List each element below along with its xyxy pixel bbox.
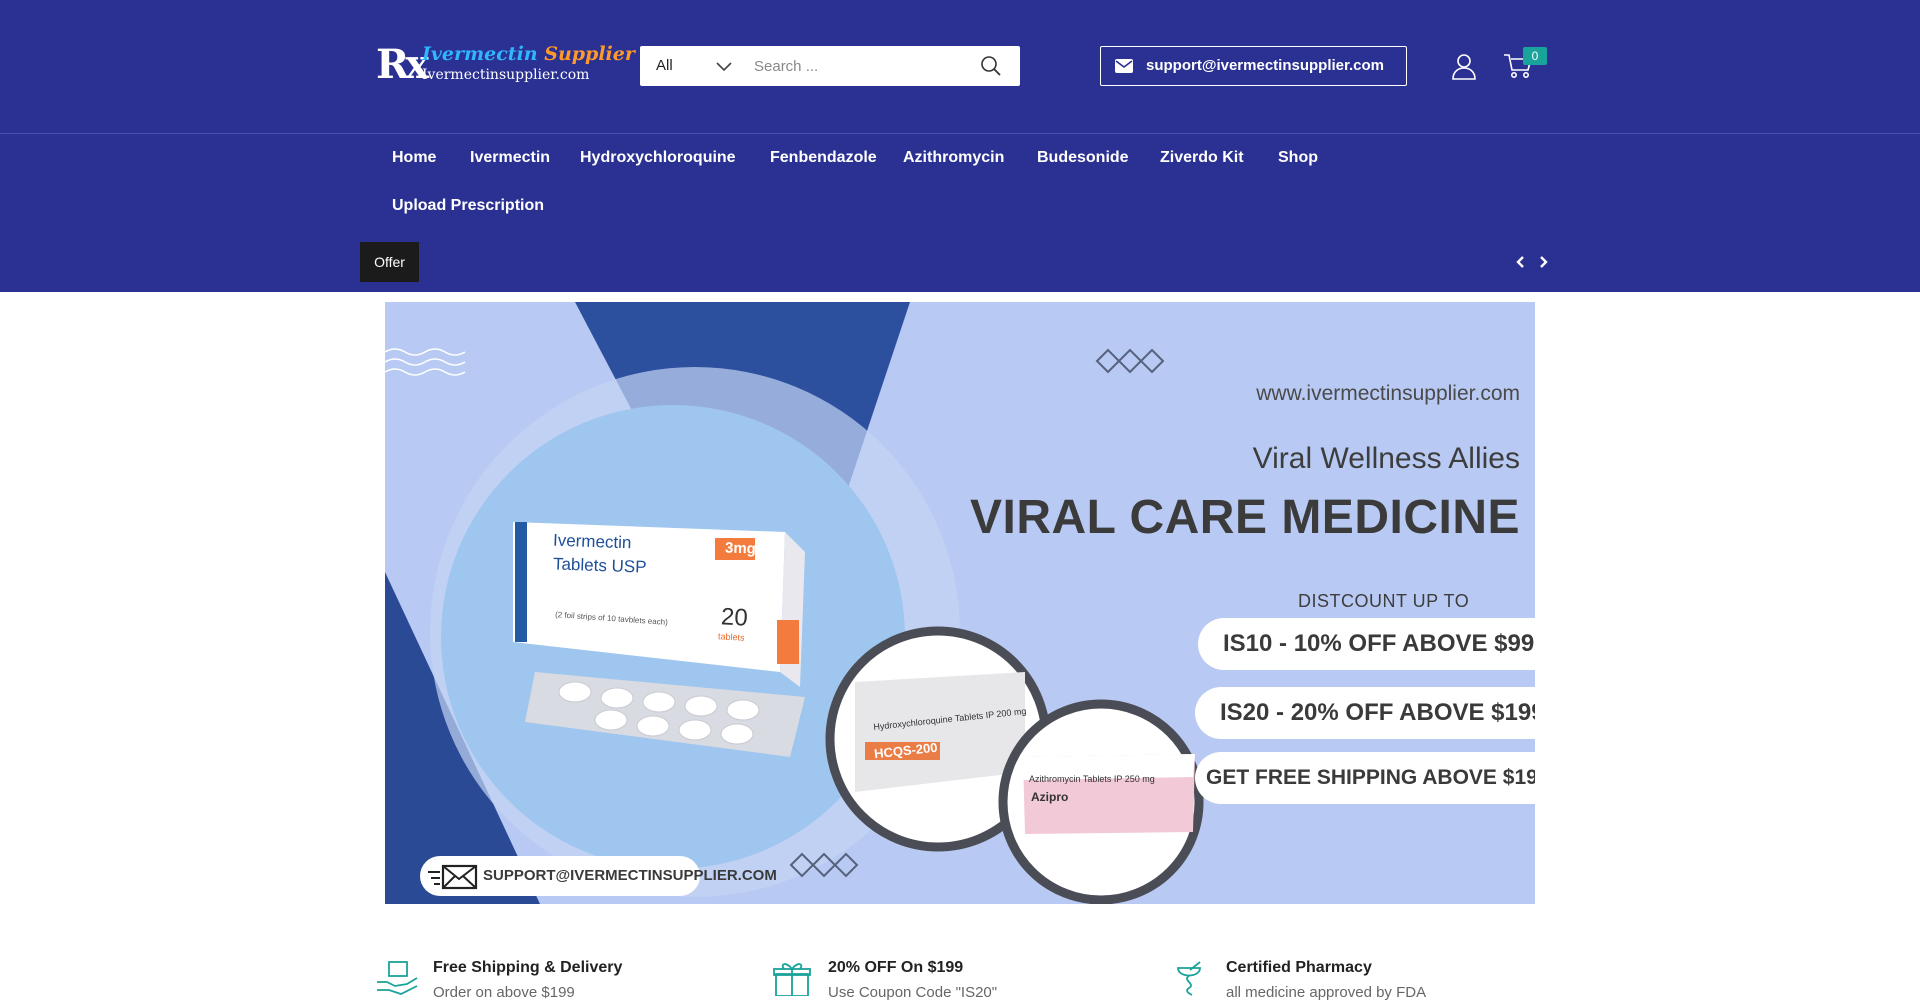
ivermectin-box-name: Ivermectin: [552, 530, 632, 553]
nav-item-ziverdo-kit[interactable]: Ziverdo Kit: [1144, 134, 1260, 182]
azithro-box-brand: Azipro: [1031, 790, 1069, 804]
azithro-box-name: Azithromycin Tablets IP 250 mg: [1029, 774, 1155, 784]
nav-item-budesonide[interactable]: Budesonide: [1021, 134, 1145, 182]
banner-support-email: SUPPORT@IVERMECTINSUPPLIER.COM: [420, 856, 777, 896]
mail-icon: [1115, 59, 1133, 73]
pharmacy-icon: [1177, 961, 1201, 996]
offer-pill-free-shipping: GET FREE SHIPPING ABOVE $199: [1195, 752, 1535, 804]
banner-headline: VIRAL CARE MEDICINE: [970, 491, 1520, 544]
nav-item-azithromycin[interactable]: Azithromycin: [887, 134, 1020, 182]
nav-item-fenbendazole[interactable]: Fenbendazole: [754, 134, 893, 182]
banner-tagline: Viral Wellness Allies: [1252, 442, 1520, 475]
header-topbar: Rx Ivermectin Supplier Ivermectinsupplie…: [0, 0, 1920, 134]
logo-subtitle: Ivermectinsupplier.com: [422, 67, 590, 83]
search-bar: All: [640, 46, 1020, 86]
gift-icon: [773, 963, 811, 996]
site-header: Rx Ivermectin Supplier Ivermectinsupplie…: [0, 0, 1920, 292]
chevron-right-icon[interactable]: [1537, 252, 1551, 272]
feature-discount-title: 20% OFF On $199: [828, 959, 964, 976]
offer-pill-is10-text: IS10 - 10% OFF ABOVE $99: [1223, 630, 1535, 657]
banner-url: www.ivermectinsupplier.com: [1256, 382, 1520, 405]
nav-item-home[interactable]: Home: [376, 134, 452, 182]
ivermectin-box-sub: Tablets USP: [552, 554, 647, 577]
nav-item-ivermectin[interactable]: Ivermectin: [454, 134, 566, 182]
search-input[interactable]: [754, 46, 974, 86]
features-strip: Free Shipping & Delivery Order on above …: [0, 950, 1920, 1001]
search-category-select[interactable]: All: [656, 46, 673, 86]
hero-banner[interactable]: Ivermectin Tablets USP 3mg 20 tablets (2…: [385, 302, 1535, 904]
cart-count-badge: 0: [1523, 47, 1547, 65]
feature-certified-pharmacy-title: Certified Pharmacy: [1226, 959, 1372, 976]
banner-discount-intro: DISTCOUNT UP TO: [1298, 591, 1470, 611]
chevron-left-icon[interactable]: [1513, 252, 1527, 272]
nav-item-shop[interactable]: Shop: [1262, 134, 1334, 182]
search-icon[interactable]: [980, 55, 1002, 77]
nav-item-hydroxychloroquine[interactable]: Hydroxychloroquine: [564, 134, 752, 182]
logo-brand-part2: Supplier: [544, 43, 635, 65]
delivery-hand-icon: [377, 961, 418, 995]
offer-pill-is10: IS10 - 10% OFF ABOVE $99: [1198, 618, 1535, 670]
ivermectin-box-strength: 3mg: [724, 539, 757, 558]
chevron-down-icon[interactable]: [716, 58, 732, 74]
offer-pill-free-shipping-text: GET FREE SHIPPING ABOVE $199: [1206, 766, 1535, 789]
offer-pill-is20: IS20 - 20% OFF ABOVE $199: [1195, 687, 1535, 739]
site-logo[interactable]: Rx Ivermectin Supplier Ivermectinsupplie…: [376, 41, 635, 88]
ivermectin-box-count: 20: [720, 603, 749, 632]
feature-free-shipping-title: Free Shipping & Delivery: [433, 959, 623, 976]
envelope-icon: [428, 864, 478, 890]
support-email-label: support@ivermectinsupplier.com: [1146, 57, 1385, 74]
logo-brand-part1: Ivermectin: [422, 43, 538, 65]
ivermectin-box-count-unit: tablets: [717, 631, 745, 643]
user-account-icon[interactable]: [1450, 52, 1478, 80]
nav-item-upload-prescription[interactable]: Upload Prescription: [376, 182, 560, 230]
offer-label: Offer: [360, 242, 419, 282]
rx-logo-mark: Rx: [376, 41, 429, 88]
banner-support-email-text: SUPPORT@IVERMECTINSUPPLIER.COM: [483, 867, 777, 884]
logo-brand: Ivermectin Supplier: [422, 43, 635, 65]
support-email-button[interactable]: support@ivermectinsupplier.com: [1100, 46, 1407, 86]
offer-pill-is20-text: IS20 - 20% OFF ABOVE $199: [1220, 699, 1535, 726]
